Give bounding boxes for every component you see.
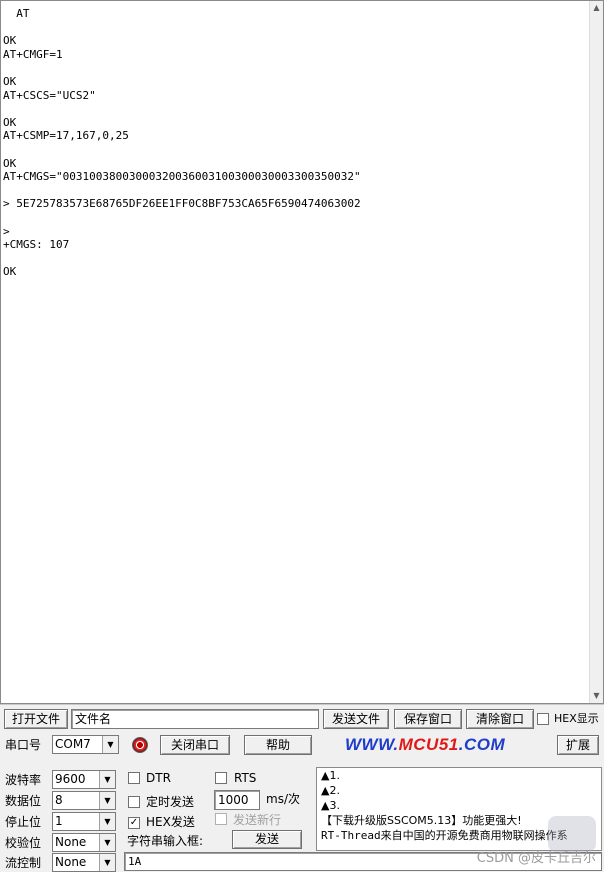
- dtr-label: DTR: [146, 771, 171, 785]
- chevron-down-icon[interactable]: ▼: [99, 834, 115, 851]
- terminal-line: AT+CMGF=1: [3, 47, 63, 61]
- flow-control-label: 流控制: [5, 856, 42, 870]
- parity-label: 校验位: [5, 836, 42, 850]
- flow-control-value: None: [55, 855, 87, 869]
- receive-terminal[interactable]: AT OK AT+CMGF=1 OK AT+CSCS="UCS2" OK AT+CSMP=1…: [0, 0, 604, 704]
- chevron-down-icon[interactable]: ▼: [99, 771, 115, 788]
- terminal-scrollbar[interactable]: ▲ ▼: [589, 1, 603, 703]
- terminal-line: > 5E725783573E68765DF26EE1FF0C8BF753CA65…: [3, 197, 361, 211]
- stop-bits-value: 1: [55, 814, 63, 828]
- interval-unit-label: ms/次: [266, 792, 300, 806]
- clear-window-button[interactable]: 清除窗口: [466, 709, 534, 729]
- timed-send-checkbox[interactable]: [128, 796, 140, 808]
- scroll-up-icon[interactable]: ▲: [590, 1, 603, 15]
- port-status-icon: [132, 737, 148, 753]
- rts-label: RTS: [234, 771, 257, 785]
- terminal-line: AT+CMGS="0031003800300032003600310030003…: [3, 170, 361, 184]
- expand-button[interactable]: 扩展: [557, 735, 599, 755]
- flow-control-select[interactable]: None ▼: [52, 853, 116, 872]
- hex-send-label: HEX发送: [146, 815, 195, 829]
- help-button[interactable]: 帮助: [244, 735, 312, 755]
- brand-part-mcu51: MCU51: [398, 735, 459, 754]
- parity-select[interactable]: None ▼: [52, 833, 116, 852]
- terminal-line: OK: [3, 156, 17, 170]
- stop-bits-label: 停止位: [5, 815, 42, 829]
- terminal-line: +CMGS: 107: [3, 238, 70, 252]
- terminal-line: AT+CSMP=17,167,0,25: [3, 129, 129, 143]
- baud-value: 9600: [55, 772, 86, 786]
- brand-part-www: WWW.: [345, 735, 399, 754]
- chevron-down-icon[interactable]: ▼: [99, 854, 115, 871]
- control-panel: 打开文件 文件名 发送文件 保存窗口 清除窗口 HEX显示 串口号 COM7 ▼…: [0, 704, 604, 872]
- info-line-3: ▲3.: [321, 799, 340, 812]
- input-box-label: 字符串输入框:: [127, 834, 204, 848]
- csdn-watermark: CSDN @皮卡丘吉尔: [476, 851, 596, 866]
- terminal-line: OK: [3, 74, 17, 88]
- brand-logo[interactable]: WWW.MCU51.COM: [345, 735, 505, 755]
- dtr-checkbox[interactable]: [128, 772, 140, 784]
- info-line-1: ▲1.: [321, 769, 340, 782]
- save-window-button[interactable]: 保存窗口: [394, 709, 462, 729]
- terminal-line: OK: [3, 265, 17, 279]
- file-name-field[interactable]: 文件名: [71, 709, 319, 729]
- terminal-text: AT OK AT+CMGF=1 OK AT+CSCS="UCS2" OK AT+CSMP=1…: [3, 7, 587, 279]
- send-button[interactable]: 发送: [232, 830, 302, 849]
- timed-send-label: 定时发送: [146, 795, 195, 809]
- port-value: COM7: [55, 737, 91, 751]
- close-port-button[interactable]: 关闭串口: [160, 735, 230, 755]
- data-bits-label: 数据位: [5, 794, 42, 808]
- data-bits-value: 8: [55, 793, 63, 807]
- chevron-down-icon[interactable]: ▼: [102, 736, 118, 753]
- parity-value: None: [55, 835, 87, 849]
- hex-display-label: HEX显示: [554, 712, 599, 725]
- open-file-button[interactable]: 打开文件: [4, 709, 68, 729]
- terminal-line: AT+CSCS="UCS2": [3, 88, 96, 102]
- brand-part-com: .COM: [458, 735, 506, 754]
- scroll-down-icon[interactable]: ▼: [590, 689, 603, 703]
- send-newline-checkbox[interactable]: [215, 813, 227, 825]
- port-select[interactable]: COM7 ▼: [52, 735, 119, 754]
- stop-bits-select[interactable]: 1 ▼: [52, 812, 116, 831]
- rts-checkbox[interactable]: [215, 772, 227, 784]
- terminal-line: >: [3, 224, 10, 238]
- interval-input[interactable]: 1000: [214, 790, 260, 810]
- baud-label: 波特率: [5, 773, 42, 787]
- hex-send-checkbox[interactable]: ✓: [128, 817, 140, 829]
- chevron-down-icon[interactable]: ▼: [99, 813, 115, 830]
- info-line-2: ▲2.: [321, 784, 340, 797]
- chevron-down-icon[interactable]: ▼: [99, 792, 115, 809]
- baud-select[interactable]: 9600 ▼: [52, 770, 116, 789]
- send-file-button[interactable]: 发送文件: [323, 709, 389, 729]
- send-newline-label: 发送新行: [233, 813, 282, 827]
- hex-display-checkbox[interactable]: [537, 713, 549, 725]
- terminal-line: OK: [3, 115, 17, 129]
- port-label: 串口号: [5, 738, 42, 752]
- data-bits-select[interactable]: 8 ▼: [52, 791, 116, 810]
- terminal-line: AT: [3, 7, 30, 20]
- terminal-line: OK: [3, 34, 17, 48]
